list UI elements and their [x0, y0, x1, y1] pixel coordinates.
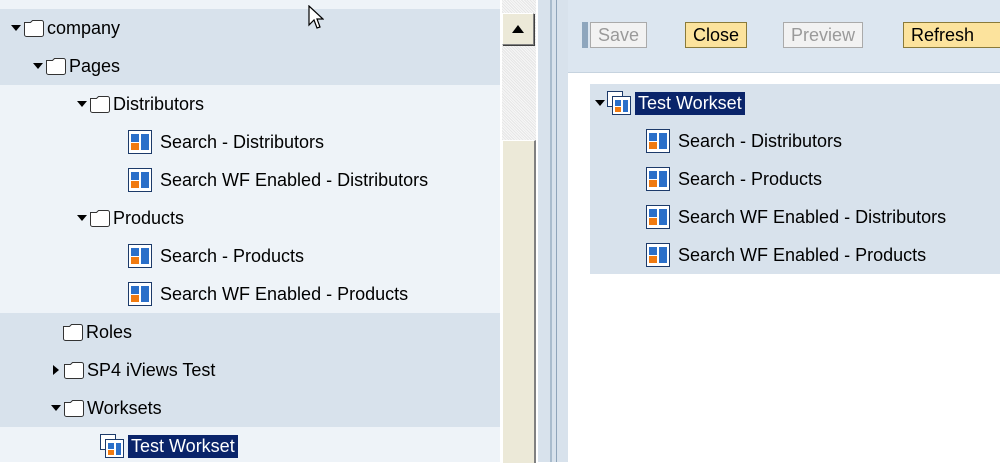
iview-page-icon: [128, 282, 152, 306]
refresh-button[interactable]: Refresh: [903, 22, 1000, 48]
iview-page-icon: [128, 168, 152, 192]
tree-label: SP4 iViews Test: [87, 359, 216, 380]
tree-label: Search WF Enabled - Distributors: [160, 169, 429, 190]
tree-row-search-wf-distributors: Search WF Enabled - Distributors: [0, 161, 500, 199]
tree-node-search-products[interactable]: Search - Products: [128, 237, 304, 275]
navigation-tree-panel: company Pages Distributors Search - Dist…: [0, 0, 500, 462]
folder-icon: [45, 56, 67, 76]
scroll-up-button[interactable]: [502, 13, 534, 45]
tree-node-company[interactable]: company: [10, 9, 120, 47]
tree-row-roles: Roles: [0, 313, 500, 351]
tree-label: Search WF Enabled - Products: [160, 283, 409, 304]
iview-page-icon: [128, 244, 152, 268]
workset-item-label: Search - Distributors: [678, 130, 843, 151]
workset-editor-panel: Save Close Preview Refresh Test Workset …: [568, 0, 1000, 462]
tree-label: Search - Distributors: [160, 131, 325, 152]
tree-row-distributors: Distributors: [0, 85, 500, 123]
expand-arrow-down-icon[interactable]: [32, 60, 44, 72]
tree-scrollbar-thumb[interactable]: [502, 140, 536, 463]
tree-node-pages[interactable]: Pages: [32, 47, 120, 85]
tree-row-search-distributors: Search - Distributors: [0, 123, 500, 161]
tree-label-selected: Test Workset: [128, 434, 238, 458]
workset-icon: [607, 91, 633, 115]
workset-item[interactable]: Search - Distributors: [646, 122, 1000, 160]
folder-icon: [23, 18, 45, 38]
tree-row-test-workset: Test Workset: [0, 427, 500, 462]
workset-item-label: Search - Products: [678, 168, 823, 189]
tree-node-test-workset[interactable]: Test Workset: [100, 427, 238, 462]
tree-label: Roles: [86, 321, 133, 342]
tree-label: Products: [113, 207, 185, 228]
folder-icon: [89, 94, 111, 114]
iview-page-icon: [646, 205, 670, 229]
folder-icon: [63, 398, 85, 418]
tree-node-worksets[interactable]: Worksets: [50, 389, 162, 427]
expand-arrow-down-icon[interactable]: [76, 212, 88, 224]
expand-arrow-down-icon[interactable]: [594, 97, 606, 109]
tree-node-search-wf-distributors[interactable]: Search WF Enabled - Distributors: [128, 161, 428, 199]
mouse-cursor-icon: [308, 4, 325, 36]
workset-item[interactable]: Search - Products: [646, 160, 1000, 198]
iview-page-icon: [646, 167, 670, 191]
folder-icon: [89, 208, 111, 228]
workset-item[interactable]: Search WF Enabled - Distributors: [646, 198, 1000, 236]
expand-arrow-right-icon[interactable]: [50, 364, 62, 376]
workset-item-label: Search WF Enabled - Products: [678, 244, 927, 265]
tree-label: Pages: [69, 55, 121, 76]
workset-root-label: Test Workset: [635, 91, 745, 115]
tree-node-sp4[interactable]: SP4 iViews Test: [50, 351, 215, 389]
expand-arrow-down-icon[interactable]: [10, 22, 22, 34]
tree-row-company: company: [0, 9, 500, 47]
folder-icon: [63, 360, 85, 380]
tree-row-search-products: Search - Products: [0, 237, 500, 275]
close-button[interactable]: Close: [685, 22, 748, 48]
tree-row-search-wf-products: Search WF Enabled - Products: [0, 275, 500, 313]
pane-splitter[interactable]: [538, 0, 568, 462]
tree-label: Distributors: [113, 93, 205, 114]
tree-row-pages: Pages: [0, 47, 500, 85]
toolbar-grip: [582, 22, 588, 48]
tree-row-sp4: SP4 iViews Test: [0, 351, 500, 389]
expand-arrow-down-icon[interactable]: [76, 98, 88, 110]
expand-arrow-down-icon[interactable]: [50, 402, 62, 414]
tree-row-products: Products: [0, 199, 500, 237]
tree-label: Search - Products: [160, 245, 305, 266]
editor-toolbar: Save Close Preview Refresh: [568, 0, 1000, 73]
scroll-up-arrow-icon: [512, 25, 524, 33]
tree-node-roles[interactable]: Roles: [50, 313, 132, 351]
tree-row-worksets: Worksets: [0, 389, 500, 427]
save-button[interactable]: Save: [590, 22, 648, 48]
workset-item[interactable]: Search WF Enabled - Products: [646, 236, 1000, 274]
preview-button[interactable]: Preview: [783, 22, 864, 48]
iview-page-icon: [128, 130, 152, 154]
folder-icon: [62, 322, 84, 342]
tree-node-search-wf-products[interactable]: Search WF Enabled - Products: [128, 275, 408, 313]
tree-node-distributors[interactable]: Distributors: [76, 85, 204, 123]
tree-node-products[interactable]: Products: [76, 199, 184, 237]
iview-page-icon: [646, 129, 670, 153]
tree-node-search-distributors[interactable]: Search - Distributors: [128, 123, 324, 161]
workset-icon: [100, 434, 126, 458]
workset-content-tree: Test Workset Search - Distributors Searc…: [590, 84, 1000, 274]
iview-page-icon: [646, 243, 670, 267]
workset-item-label: Search WF Enabled - Distributors: [678, 206, 947, 227]
tree-label: company: [47, 17, 121, 38]
tree-label: Worksets: [87, 397, 162, 418]
workset-root-node[interactable]: Test Workset: [594, 84, 1000, 122]
